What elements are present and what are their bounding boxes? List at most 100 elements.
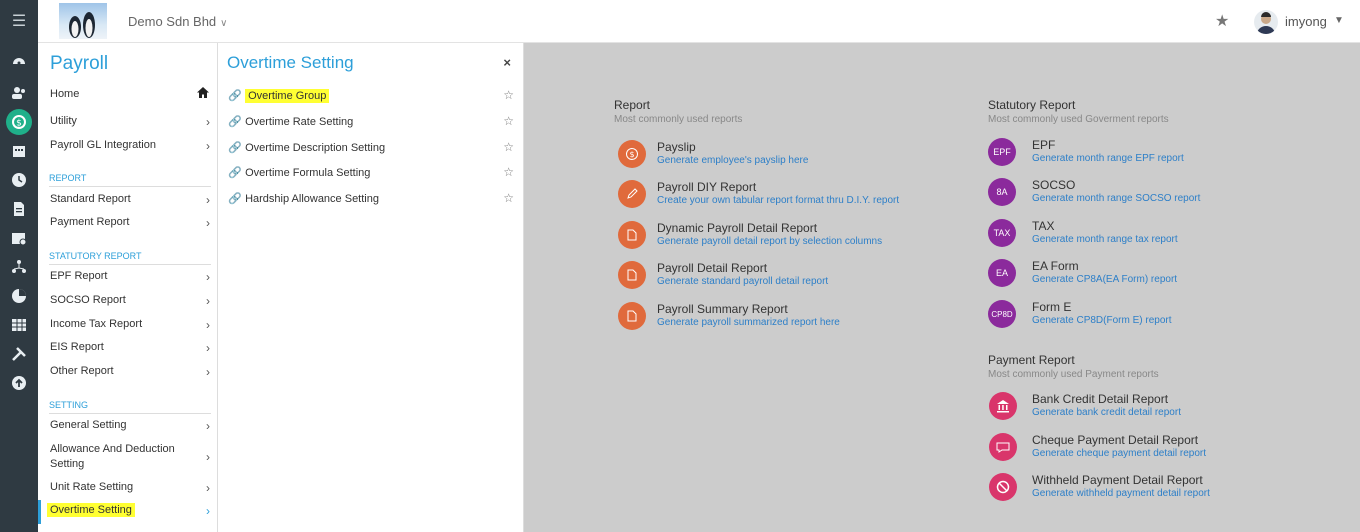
ban-icon [989, 473, 1017, 501]
star-outline-icon[interactable]: ☆ [503, 140, 514, 154]
tools-icon[interactable] [0, 339, 38, 368]
chevron-right-icon: › [206, 193, 210, 207]
menu-item-payment-report[interactable]: Payment Report › [50, 216, 210, 230]
chevron-down-icon: ∨ [220, 18, 228, 29]
report-desc[interactable]: Generate employee's payslip here [657, 155, 808, 166]
company-selector[interactable]: Demo Sdn Bhd ∨ [128, 14, 228, 29]
menu-item-label: General Setting [50, 419, 127, 431]
statutory-item-epf[interactable]: EPF EPF Generate month range EPF report [988, 138, 1318, 168]
chevron-right-icon: › [206, 216, 210, 230]
report-desc[interactable]: Generate month range SOCSO report [1032, 193, 1200, 204]
chevron-right-icon: › [206, 419, 210, 433]
menu-title: Payroll [50, 53, 109, 74]
report-desc[interactable]: Generate withheld payment detail report [1032, 488, 1210, 499]
link-icon: 🔗 [228, 90, 242, 102]
report-desc[interactable]: Generate month range EPF report [1032, 153, 1184, 164]
statutory-item-tax[interactable]: TAX TAX Generate month range tax report [988, 219, 1318, 249]
report-desc[interactable]: Generate bank credit detail report [1032, 407, 1181, 418]
submenu-item-overtime-group[interactable]: 🔗 Overtime Group ☆ [228, 88, 518, 103]
username[interactable]: imyong [1285, 14, 1327, 29]
chevron-right-icon: › [206, 294, 210, 308]
menu-icon[interactable]: ☰ [0, 0, 38, 42]
hierarchy-icon[interactable] [0, 252, 38, 281]
section-report: REPORT [49, 173, 211, 187]
link-icon: 🔗 [228, 167, 242, 179]
menu-item-home[interactable]: Home [50, 87, 210, 100]
payment-item-cheque[interactable]: Cheque Payment Detail Report Generate ch… [989, 433, 1319, 463]
menu-item-allowance-deduction-setting[interactable]: Allowance And Deduction Setting › [50, 443, 210, 470]
submenu-item-label: Overtime Group [245, 89, 330, 103]
submenu-item-overtime-formula-setting[interactable]: 🔗 Overtime Formula Setting ☆ [228, 165, 518, 179]
report-item-payslip[interactable]: $ Payslip Generate employee's payslip he… [618, 140, 948, 170]
menu-item-unit-rate-setting[interactable]: Unit Rate Setting › [50, 481, 210, 495]
star-outline-icon[interactable]: ☆ [503, 114, 514, 128]
submenu-item-label: Overtime Rate Setting [245, 116, 354, 128]
document-icon[interactable] [0, 194, 38, 223]
report-title: EPF [1032, 138, 1056, 152]
menu-item-income-tax-report[interactable]: Income Tax Report › [50, 318, 210, 332]
report-desc[interactable]: Create your own tabular report format th… [657, 195, 899, 206]
chevron-right-icon: › [206, 115, 210, 129]
menu-item-label: Other Report [50, 365, 114, 377]
report-title: Dynamic Payroll Detail Report [657, 221, 818, 235]
statutory-item-ea-form[interactable]: EA EA Form Generate CP8A(EA Form) report [988, 259, 1318, 289]
submenu-item-label: Overtime Formula Setting [245, 167, 371, 179]
submenu-item-overtime-description-setting[interactable]: 🔗 Overtime Description Setting ☆ [228, 140, 518, 154]
caret-down-icon[interactable]: ▼ [1334, 15, 1344, 26]
upload-icon[interactable] [0, 368, 38, 397]
table-icon[interactable] [0, 310, 38, 339]
report-item-dynamic-payroll-detail[interactable]: Dynamic Payroll Detail Report Generate p… [618, 221, 948, 251]
report-desc[interactable]: Generate standard payroll detail report [657, 276, 828, 287]
chevron-right-icon: › [206, 365, 210, 379]
menu-item-label-cont: Setting [50, 458, 85, 470]
menu-item-gl-integration[interactable]: Payroll GL Integration › [50, 139, 210, 153]
menu-item-eis-report[interactable]: EIS Report › [50, 341, 210, 355]
report-group: Report Most commonly used reports $ Pays… [614, 98, 954, 338]
report-title: SOCSO [1032, 178, 1076, 192]
calendar-icon[interactable] [0, 136, 38, 165]
pie-chart-icon[interactable] [0, 281, 38, 310]
menu-item-other-report[interactable]: Other Report › [50, 365, 210, 379]
menu-item-general-setting[interactable]: General Setting › [50, 419, 210, 433]
chevron-right-icon: › [206, 341, 210, 355]
report-subheading: Most commonly used reports [614, 114, 743, 125]
star-outline-icon[interactable]: ☆ [503, 165, 514, 179]
people-icon[interactable] [0, 78, 38, 107]
clock-icon[interactable] [0, 165, 38, 194]
statutory-item-socso[interactable]: 8A SOCSO Generate month range SOCSO repo… [988, 178, 1318, 208]
report-item-diy[interactable]: Payroll DIY Report Create your own tabul… [618, 180, 948, 210]
menu-item-label: Allowance And Deduction [50, 443, 175, 455]
submenu-item-hardship-allowance-setting[interactable]: 🔗 Hardship Allowance Setting ☆ [228, 191, 518, 205]
submenu-item-overtime-rate-setting[interactable]: 🔗 Overtime Rate Setting ☆ [228, 114, 518, 128]
report-item-payroll-detail[interactable]: Payroll Detail Report Generate standard … [618, 261, 948, 291]
menu-item-overtime-setting[interactable]: Overtime Setting › [47, 503, 210, 518]
menu-item-epf-report[interactable]: EPF Report › [50, 270, 210, 284]
report-item-payroll-summary[interactable]: Payroll Summary Report Generate payroll … [618, 302, 948, 332]
avatar[interactable] [1254, 10, 1278, 34]
report-desc[interactable]: Generate cheque payment detail report [1032, 448, 1206, 459]
close-icon[interactable]: × [503, 55, 511, 70]
report-title: TAX [1032, 219, 1055, 233]
statutory-heading: Statutory Report [988, 98, 1076, 112]
report-title: Form E [1032, 300, 1072, 314]
menu-item-socso-report[interactable]: SOCSO Report › [50, 294, 210, 308]
star-outline-icon[interactable]: ☆ [503, 191, 514, 205]
report-desc[interactable]: Generate payroll detail report by select… [657, 236, 882, 247]
payment-report-group: Payment Report Most commonly used Paymen… [988, 353, 1328, 513]
payment-subheading: Most commonly used Payment reports [988, 369, 1159, 380]
star-outline-icon[interactable]: ☆ [503, 88, 514, 102]
payment-item-bank-credit[interactable]: Bank Credit Detail Report Generate bank … [989, 392, 1319, 422]
menu-item-standard-report[interactable]: Standard Report › [50, 193, 210, 207]
menu-item-utility[interactable]: Utility › [50, 115, 210, 129]
report-desc[interactable]: Generate month range tax report [1032, 234, 1178, 245]
dashboard-icon[interactable] [0, 42, 38, 78]
svg-text:$: $ [629, 150, 634, 159]
schedule-icon[interactable] [0, 223, 38, 252]
report-desc[interactable]: Generate CP8D(Form E) report [1032, 315, 1172, 326]
payroll-icon[interactable]: $ [0, 107, 38, 136]
report-desc[interactable]: Generate CP8A(EA Form) report [1032, 274, 1177, 285]
statutory-item-form-e[interactable]: CP8D Form E Generate CP8D(Form E) report [988, 300, 1318, 330]
favorites-star-icon[interactable]: ★ [1215, 11, 1229, 31]
payment-item-withheld[interactable]: Withheld Payment Detail Report Generate … [989, 473, 1319, 503]
report-desc[interactable]: Generate payroll summarized report here [657, 317, 840, 328]
